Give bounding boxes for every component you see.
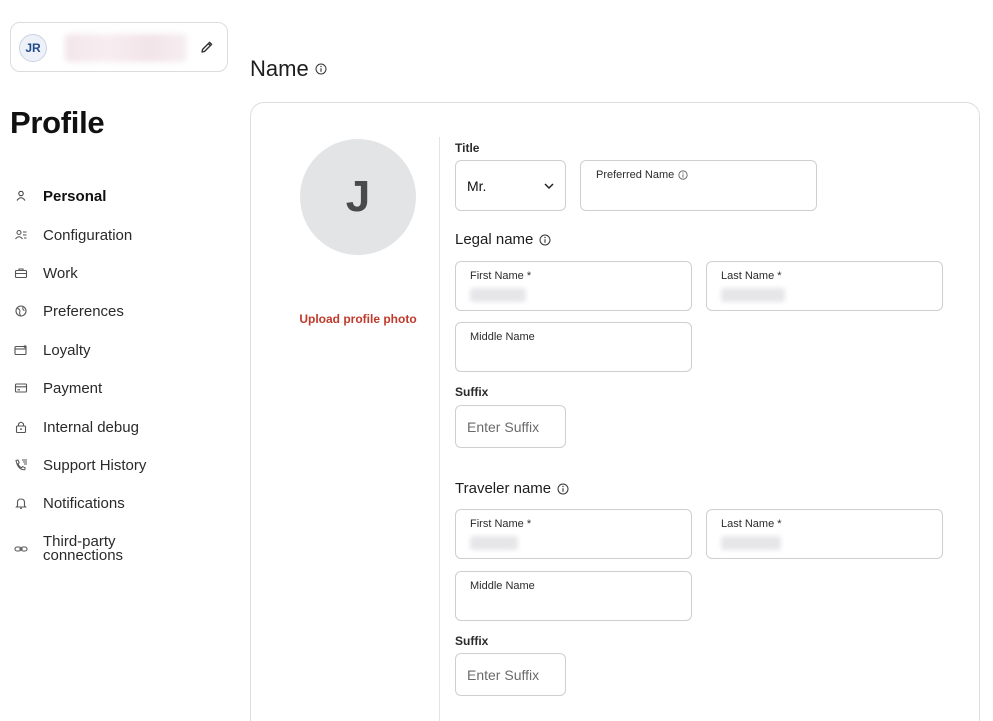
people-icon [15, 229, 27, 240]
title-label: Title [455, 141, 480, 155]
sidebar-item-label: Personal [43, 187, 107, 205]
traveler-first-name-label: First Name * [470, 518, 532, 530]
title-select-value: Mr. [467, 177, 487, 194]
legal-middle-name-field[interactable]: Middle Name [455, 322, 692, 372]
sidebar-item-label: Work [43, 264, 78, 282]
info-icon[interactable] [315, 63, 327, 75]
traveler-name-heading-text: Traveler name [455, 480, 552, 497]
user-avatar: JR [19, 34, 47, 62]
section-title-text: Name [250, 56, 309, 81]
user-card[interactable]: JR [10, 22, 228, 72]
info-icon[interactable] [539, 234, 551, 246]
sidebar-item-support-history[interactable]: Support History [10, 452, 230, 478]
sidebar-item-personal[interactable]: Personal [10, 183, 230, 209]
link-icon [14, 546, 28, 552]
bell-icon [15, 498, 27, 509]
legal-last-name-label: Last Name * [721, 270, 782, 282]
legal-name-heading: Legal name [455, 231, 551, 248]
briefcase-icon [14, 268, 28, 279]
traveler-last-name-value-redacted [721, 536, 781, 550]
sidebar-item-label: Payment [43, 379, 103, 397]
info-icon[interactable] [678, 170, 688, 180]
traveler-first-name-value-redacted [470, 536, 518, 550]
sidebar-item-loyalty[interactable]: Loyalty [10, 337, 230, 363]
globe-icon [15, 305, 27, 317]
legal-name-heading-text: Legal name [455, 231, 534, 248]
card-star-icon [14, 344, 27, 356]
sidebar-item-notifications[interactable]: Notifications [10, 490, 230, 516]
pencil-edit-icon[interactable] [199, 39, 215, 55]
sidebar-item-label: Support History [43, 456, 147, 474]
sidebar-item-work[interactable]: Work [10, 260, 230, 286]
traveler-middle-name-field[interactable]: Middle Name [455, 571, 692, 621]
legal-first-name-label: First Name * [470, 270, 532, 282]
credit-card-icon [14, 383, 28, 393]
user-name-redacted [65, 34, 187, 62]
lock-icon [15, 421, 27, 434]
chevron-down-icon [544, 183, 554, 190]
traveler-last-name-label: Last Name * [721, 518, 782, 530]
profile-avatar: J [300, 139, 416, 255]
preferred-name-field[interactable]: Preferred Name [580, 160, 817, 211]
profile-page-title: Profile [10, 105, 105, 140]
phone-history-icon [15, 459, 27, 471]
legal-first-name-value-redacted [470, 288, 526, 302]
legal-first-name-field[interactable]: First Name * [455, 261, 692, 311]
person-icon [16, 190, 26, 201]
sidebar-item-label: Third-party connections [43, 533, 124, 564]
legal-middle-name-label: Middle Name [470, 331, 535, 343]
traveler-first-name-field[interactable]: First Name * [455, 509, 692, 559]
traveler-suffix-input[interactable] [455, 653, 566, 696]
preferred-name-label: Preferred Name [596, 169, 675, 181]
sidebar-item-preferences[interactable]: Preferences [10, 298, 230, 324]
traveler-middle-name-label: Middle Name [470, 580, 535, 592]
sidebar-item-internal-debug[interactable]: Internal debug [10, 414, 230, 440]
sidebar-item-label: Configuration [43, 226, 133, 244]
traveler-last-name-field[interactable]: Last Name * [706, 509, 943, 559]
name-card: J Upload profile photo Title Mr. Preferr… [250, 102, 980, 721]
sidebar-item-label: Preferences [43, 302, 124, 320]
legal-last-name-value-redacted [721, 288, 785, 302]
legal-suffix-input[interactable] [455, 405, 566, 448]
preferred-name-label-row: Preferred Name [596, 169, 688, 181]
vertical-divider [439, 137, 440, 721]
legal-last-name-field[interactable]: Last Name * [706, 261, 943, 311]
info-icon[interactable] [557, 483, 569, 495]
sidebar-item-third-party-connections[interactable]: Third-party connections [10, 534, 230, 564]
section-title: Name [250, 56, 327, 82]
sidebar-item-label: Internal debug [43, 418, 139, 436]
legal-suffix-label: Suffix [455, 385, 489, 399]
upload-profile-photo-link[interactable]: Upload profile photo [295, 312, 421, 326]
sidebar-item-payment[interactable]: Payment [10, 375, 230, 401]
traveler-suffix-label: Suffix [455, 634, 489, 648]
sidebar-item-configuration[interactable]: Configuration [10, 222, 230, 248]
title-select[interactable]: Mr. [455, 160, 566, 211]
sidebar-item-label: Notifications [43, 494, 125, 512]
traveler-name-heading: Traveler name [455, 480, 569, 497]
sidebar-item-label: Loyalty [43, 341, 91, 359]
